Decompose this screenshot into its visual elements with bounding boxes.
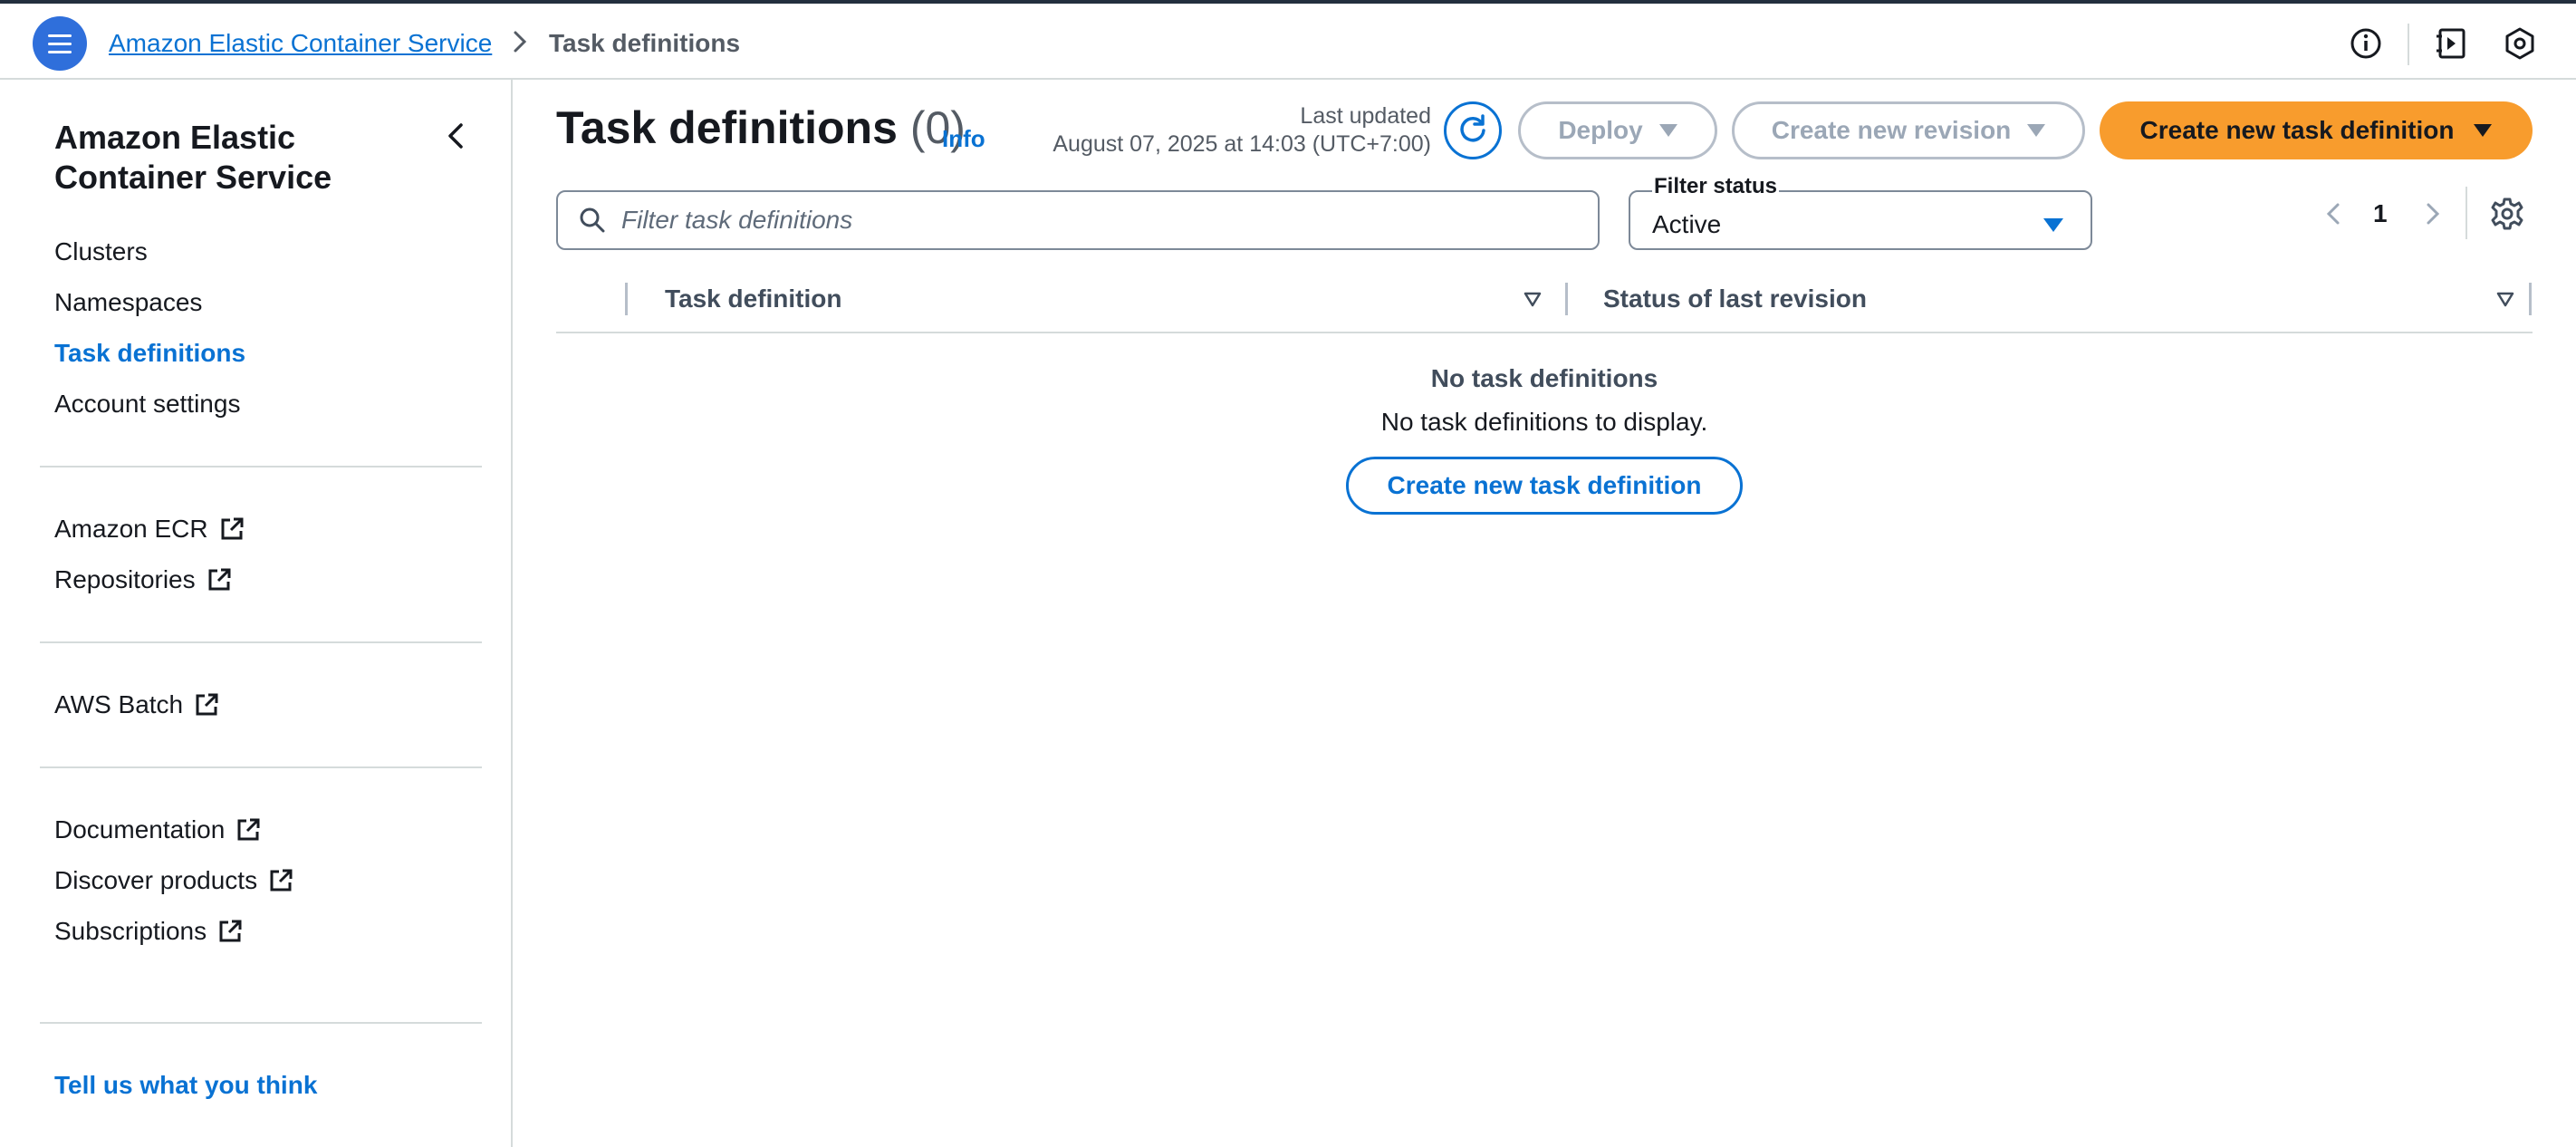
sidenav-divider — [40, 466, 482, 467]
breadcrumb-current: Task definitions — [549, 29, 741, 57]
caret-down-icon — [2474, 124, 2493, 137]
create-new-task-definition-label: Create new task definition — [2139, 116, 2455, 144]
side-navigation: Amazon Elastic Container Service Cluster… — [0, 80, 513, 1147]
top-icons-divider — [2408, 24, 2409, 65]
info-icon[interactable] — [2348, 25, 2384, 62]
filter-status-value: Active — [1652, 210, 1722, 238]
table-header-row: Task definition Status of last revision — [556, 272, 2533, 333]
external-link-icon — [221, 517, 244, 540]
column-header-status-last-revision[interactable]: Status of last revision — [1603, 284, 1867, 313]
settings-hexagon-icon[interactable] — [2502, 25, 2538, 62]
gear-icon[interactable] — [2489, 196, 2525, 232]
last-updated-timestamp: August 07, 2025 at 14:03 (UTC+7:00) — [1053, 131, 1431, 157]
sidebar-item-label: Namespaces — [54, 288, 203, 316]
sidebar-item-label: Task definitions — [54, 339, 246, 367]
external-link-icon — [270, 869, 293, 892]
sidenav-divider — [40, 1022, 482, 1024]
sidebar-item-repositories[interactable]: Repositories — [54, 565, 234, 594]
top-navigation-bar: Amazon Elastic Container Service Task de… — [0, 0, 2576, 80]
column-divider — [2529, 283, 2532, 315]
sidebar-item-label: Subscriptions — [54, 917, 207, 945]
sidebar-item-label: AWS Batch — [54, 690, 184, 718]
sidebar-item-label: Discover products — [54, 866, 258, 894]
menu-icon-line — [48, 50, 72, 53]
sidebar-item-amazon-ecr[interactable]: Amazon ECR — [54, 515, 246, 544]
search-input[interactable] — [621, 206, 1581, 235]
search-icon — [580, 207, 605, 233]
pager-divider — [2465, 187, 2467, 239]
sidebar-item-aws-batch[interactable]: AWS Batch — [54, 690, 221, 719]
refresh-icon — [1460, 114, 1485, 142]
sidebar-item-clusters[interactable]: Clusters — [54, 237, 148, 266]
sidebar-item-task-definitions[interactable]: Task definitions — [54, 339, 245, 368]
caret-down-icon — [1658, 124, 1677, 137]
column-header-task-definition[interactable]: Task definition — [665, 284, 842, 313]
previous-page-icon[interactable] — [2319, 198, 2348, 230]
empty-state-description: No task definitions to display. — [1380, 408, 1708, 436]
external-link-icon — [196, 693, 218, 716]
sidebar-item-label: Clusters — [54, 237, 148, 265]
page-title: Task definitions (0) — [556, 101, 966, 154]
empty-state-title: No task definitions — [1430, 364, 1658, 392]
caret-down-icon — [2043, 217, 2063, 232]
create-new-revision-label: Create new revision — [1771, 116, 2012, 144]
caret-down-icon — [2027, 124, 2046, 137]
empty-state-create-label: Create new task definition — [1387, 471, 1702, 499]
sidenav-divider — [40, 641, 482, 643]
sort-icon[interactable] — [1522, 288, 1543, 310]
feedback-link[interactable]: Tell us what you think — [54, 1071, 317, 1100]
create-new-task-definition-button[interactable]: Create new task definition — [2100, 101, 2533, 159]
sort-icon[interactable] — [2494, 288, 2516, 310]
chevron-right-icon — [514, 31, 527, 53]
create-new-revision-button[interactable]: Create new revision — [1732, 101, 2085, 159]
info-link[interactable]: Info — [942, 125, 985, 153]
search-field[interactable] — [556, 190, 1600, 250]
last-updated-label: Last updated — [1300, 103, 1431, 129]
deploy-button-label: Deploy — [1558, 116, 1643, 144]
sidebar-item-discover-products[interactable]: Discover products — [54, 866, 295, 895]
sidebar-item-account-settings[interactable]: Account settings — [54, 390, 240, 419]
sidenav-title: Amazon Elastic Container Service — [54, 119, 332, 196]
empty-state-create-button[interactable]: Create new task definition — [1346, 457, 1743, 515]
menu-icon-line — [48, 34, 72, 37]
external-link-icon — [219, 920, 242, 942]
sidenav-divider — [40, 766, 482, 768]
current-page-number[interactable]: 1 — [2373, 199, 2388, 228]
sidebar-item-label: Repositories — [54, 565, 196, 593]
breadcrumb-ecs-link[interactable]: Amazon Elastic Container Service — [109, 29, 492, 58]
filter-status-label: Filter status — [1652, 174, 1780, 199]
page-title-text: Task definitions — [556, 102, 898, 153]
sidebar-item-label: Amazon ECR — [54, 515, 208, 543]
refresh-button[interactable] — [1444, 101, 1502, 159]
sidebar-item-label: Documentation — [54, 815, 226, 843]
next-page-icon[interactable] — [2418, 198, 2447, 230]
column-divider — [1565, 283, 1568, 315]
close-sidenav-icon[interactable] — [438, 118, 475, 154]
hamburger-menu-button[interactable] — [33, 16, 87, 71]
menu-icon-line — [48, 42, 72, 45]
sidebar-item-subscriptions[interactable]: Subscriptions — [54, 917, 245, 946]
deploy-button[interactable]: Deploy — [1518, 101, 1717, 159]
external-link-icon — [208, 568, 231, 591]
notes-icon[interactable] — [2433, 25, 2469, 62]
external-link-icon — [237, 818, 260, 841]
column-divider — [625, 283, 628, 315]
sidebar-item-documentation[interactable]: Documentation — [54, 815, 263, 844]
sidebar-item-label: Account settings — [54, 390, 241, 418]
sidebar-item-namespaces[interactable]: Namespaces — [54, 288, 202, 317]
